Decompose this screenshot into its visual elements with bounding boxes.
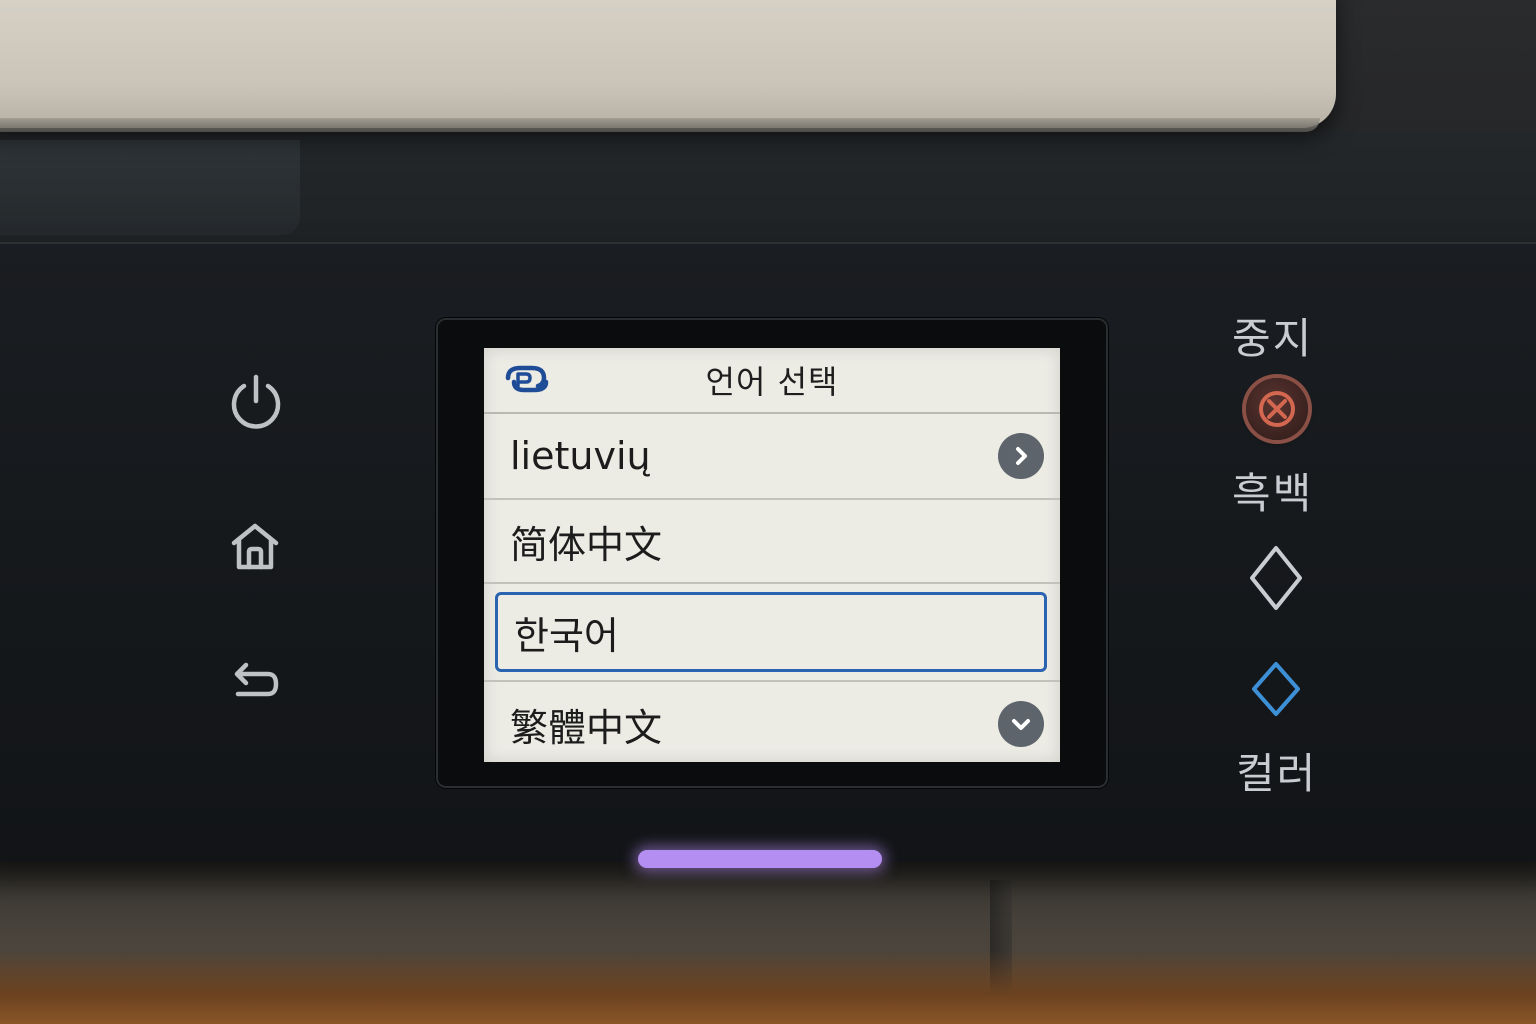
scanner-lid-edge bbox=[0, 118, 1320, 132]
back-arrow-icon bbox=[234, 662, 279, 697]
language-label: 繁體中文 bbox=[510, 705, 663, 750]
wooden-surface bbox=[0, 950, 1536, 1024]
home-icon bbox=[231, 523, 279, 570]
color-start-label: 컬러 bbox=[1236, 749, 1318, 798]
screen-header: 언어 선택 bbox=[484, 348, 1060, 414]
language-option-lithuanian[interactable]: lietuvių bbox=[484, 414, 1060, 500]
mono-start-label: 흑백 bbox=[1232, 469, 1314, 518]
scanner-lid bbox=[0, 0, 1336, 128]
chevron-right-icon bbox=[1016, 447, 1027, 465]
status-light-bar bbox=[638, 850, 882, 868]
language-option-traditional-chinese[interactable]: 繁體中文 bbox=[484, 682, 1060, 762]
diamond-start-icon bbox=[1250, 546, 1302, 610]
color-start-button[interactable] bbox=[1250, 660, 1302, 718]
home-button[interactable] bbox=[225, 516, 285, 576]
touch-screen: 언어 선택 lietuvių 简体中文 한국어 繁體中文 bbox=[484, 348, 1060, 762]
diamond-start-icon bbox=[1252, 662, 1300, 716]
mono-start-button[interactable] bbox=[1248, 544, 1304, 612]
language-label: 한국어 bbox=[514, 613, 619, 658]
brand-logo-icon bbox=[505, 365, 549, 393]
power-button[interactable] bbox=[226, 374, 286, 434]
language-option-korean[interactable]: 한국어 bbox=[484, 584, 1060, 682]
scroll-down-button[interactable] bbox=[998, 701, 1044, 747]
language-option-simplified-chinese[interactable]: 简体中文 bbox=[484, 500, 1060, 584]
printer-scene: 언어 선택 lietuvių 简体中文 한국어 繁體中文 중지 흑백 컬러 bbox=[0, 0, 1536, 1024]
stop-label: 중지 bbox=[1232, 314, 1314, 363]
next-page-button[interactable] bbox=[998, 433, 1044, 479]
screen-title: 언어 선택 bbox=[705, 363, 839, 401]
power-icon bbox=[231, 374, 281, 429]
chevron-down-icon bbox=[1012, 719, 1030, 730]
language-label: 简体中文 bbox=[510, 522, 663, 567]
language-label: lietuvių bbox=[510, 434, 651, 478]
close-icon bbox=[1259, 391, 1295, 427]
language-list[interactable]: lietuvių 简体中文 한국어 繁體中文 bbox=[484, 414, 1060, 762]
paper-output-slot bbox=[0, 140, 300, 235]
back-button[interactable] bbox=[225, 652, 285, 712]
stop-button[interactable] bbox=[1246, 378, 1308, 440]
